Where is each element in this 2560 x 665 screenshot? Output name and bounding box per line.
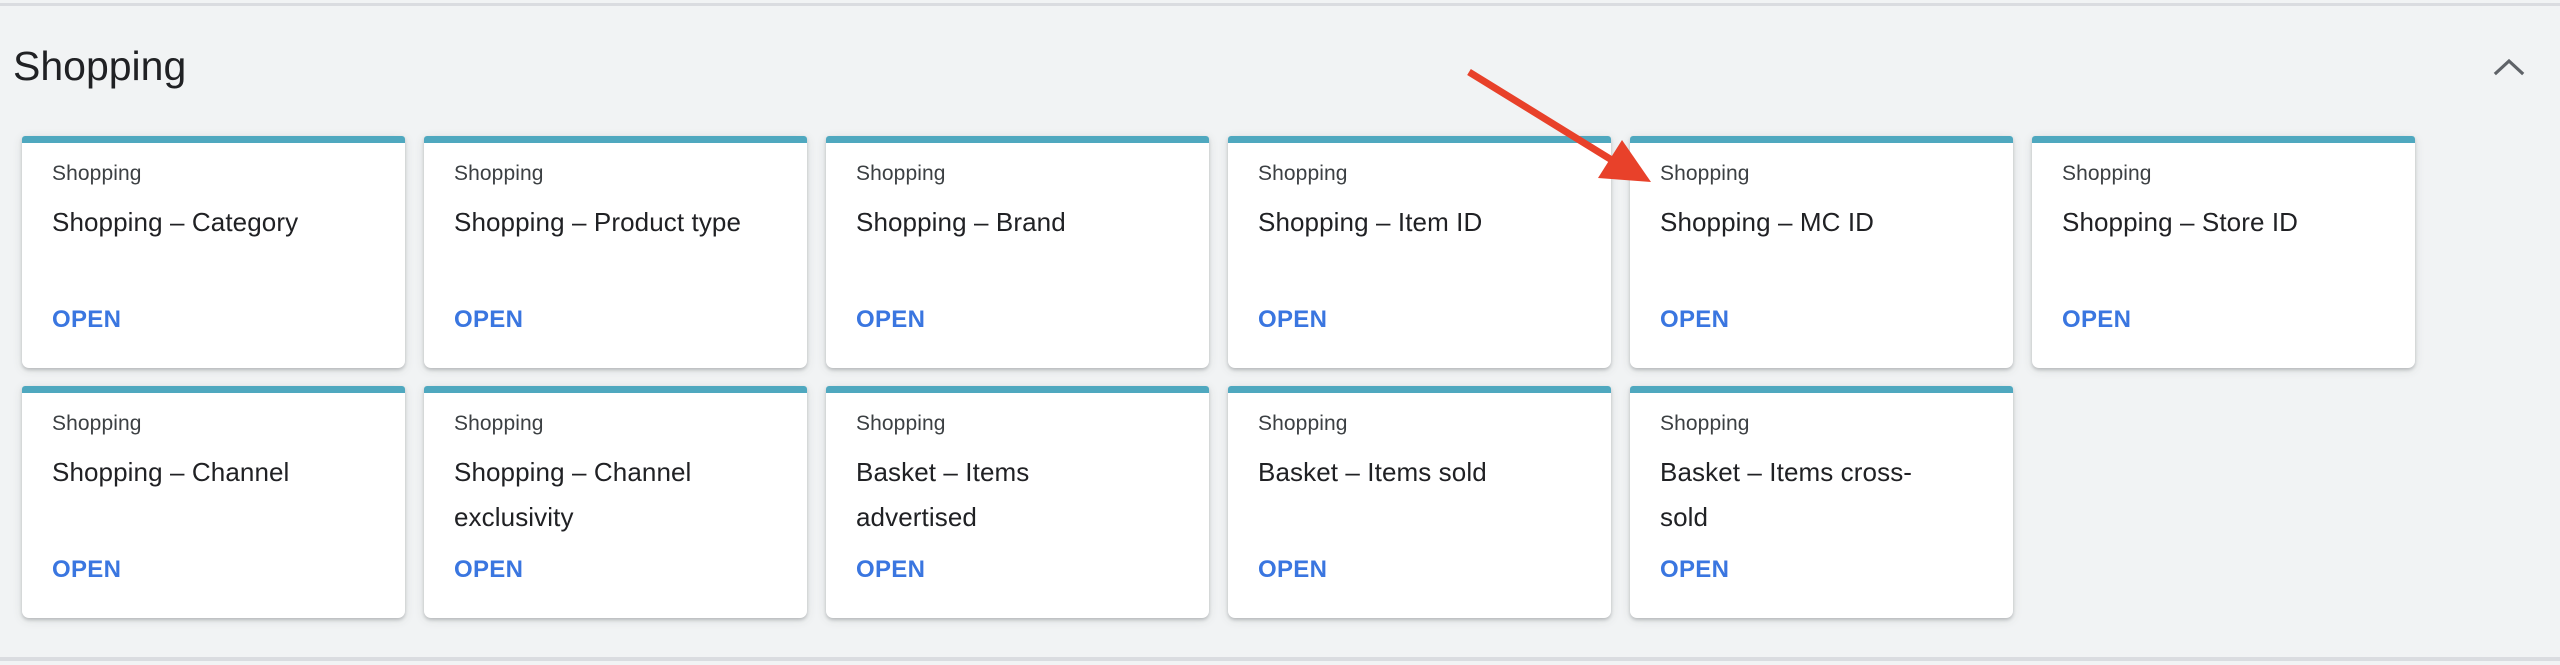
report-card[interactable]: Shopping Shopping – Category OPEN [22, 136, 405, 368]
section-header[interactable]: Shopping [0, 0, 2560, 130]
open-button[interactable]: OPEN [1258, 305, 1327, 335]
card-category: Shopping [454, 162, 544, 185]
open-button[interactable]: OPEN [856, 555, 925, 585]
card-accent-bar [826, 386, 1209, 393]
card-accent-bar [2032, 136, 2415, 143]
card-accent-bar [1228, 386, 1611, 393]
card-accent-bar [1228, 136, 1611, 143]
card-category: Shopping [2062, 162, 2152, 185]
card-title: Shopping – Brand [856, 207, 1066, 237]
report-card[interactable]: Shopping Shopping – Channel exclusivity … [424, 386, 807, 618]
card-title: Shopping – Channel exclusivity [454, 457, 692, 532]
card-title: Basket – Items advertised [856, 457, 1030, 532]
card-title: Shopping – MC ID [1660, 207, 1875, 237]
card-category: Shopping [52, 412, 142, 435]
card-title: Shopping – Product type [454, 207, 742, 237]
card-accent-bar [1630, 386, 2013, 393]
bottom-divider [0, 657, 2560, 661]
card-accent-bar [1630, 136, 2013, 143]
card-title: Shopping – Item ID [1258, 207, 1483, 237]
section-title: Shopping [13, 43, 187, 89]
chevron-up-icon [2493, 58, 2525, 76]
open-button[interactable]: OPEN [454, 305, 523, 335]
open-button[interactable]: OPEN [1660, 555, 1729, 585]
card-title: Basket – Items sold [1258, 457, 1487, 487]
card-accent-bar [22, 386, 405, 393]
card-title: Basket – Items cross-sold [1660, 457, 1913, 532]
collapse-section-button[interactable] [2486, 46, 2532, 86]
report-card-mc-id[interactable]: Shopping Shopping – MC ID OPEN [1630, 136, 2013, 368]
report-card[interactable]: Shopping Shopping – Item ID OPEN [1228, 136, 1611, 368]
card-accent-bar [22, 136, 405, 143]
open-button[interactable]: OPEN [52, 555, 121, 585]
card-category: Shopping [856, 162, 946, 185]
card-title: Shopping – Category [52, 207, 299, 237]
card-title: Shopping – Store ID [2062, 207, 2299, 237]
card-accent-bar [826, 136, 1209, 143]
report-card-grid: Shopping Shopping – Category OPEN Shoppi… [22, 136, 2422, 618]
card-category: Shopping [1660, 412, 1750, 435]
card-category: Shopping [454, 412, 544, 435]
report-card[interactable]: Shopping Shopping – Brand OPEN [826, 136, 1209, 368]
card-category: Shopping [856, 412, 946, 435]
card-category: Shopping [1258, 162, 1348, 185]
card-accent-bar [424, 386, 807, 393]
report-card[interactable]: Shopping Basket – Items sold OPEN [1228, 386, 1611, 618]
report-card[interactable]: Shopping Shopping – Channel OPEN [22, 386, 405, 618]
open-button[interactable]: OPEN [52, 305, 121, 335]
report-card[interactable]: Shopping Basket – Items advertised OPEN [826, 386, 1209, 618]
open-button[interactable]: OPEN [856, 305, 925, 335]
open-button[interactable]: OPEN [2062, 305, 2131, 335]
card-accent-bar [424, 136, 807, 143]
report-card[interactable]: Shopping Basket – Items cross-sold OPEN [1630, 386, 2013, 618]
report-card[interactable]: Shopping Shopping – Product type OPEN [424, 136, 807, 368]
report-card[interactable]: Shopping Shopping – Store ID OPEN [2032, 136, 2415, 368]
card-category: Shopping [1258, 412, 1348, 435]
open-button[interactable]: OPEN [1660, 305, 1729, 335]
card-category: Shopping [52, 162, 142, 185]
card-category: Shopping [1660, 162, 1750, 185]
card-title: Shopping – Channel [52, 457, 290, 487]
open-button[interactable]: OPEN [1258, 555, 1327, 585]
open-button[interactable]: OPEN [454, 555, 523, 585]
